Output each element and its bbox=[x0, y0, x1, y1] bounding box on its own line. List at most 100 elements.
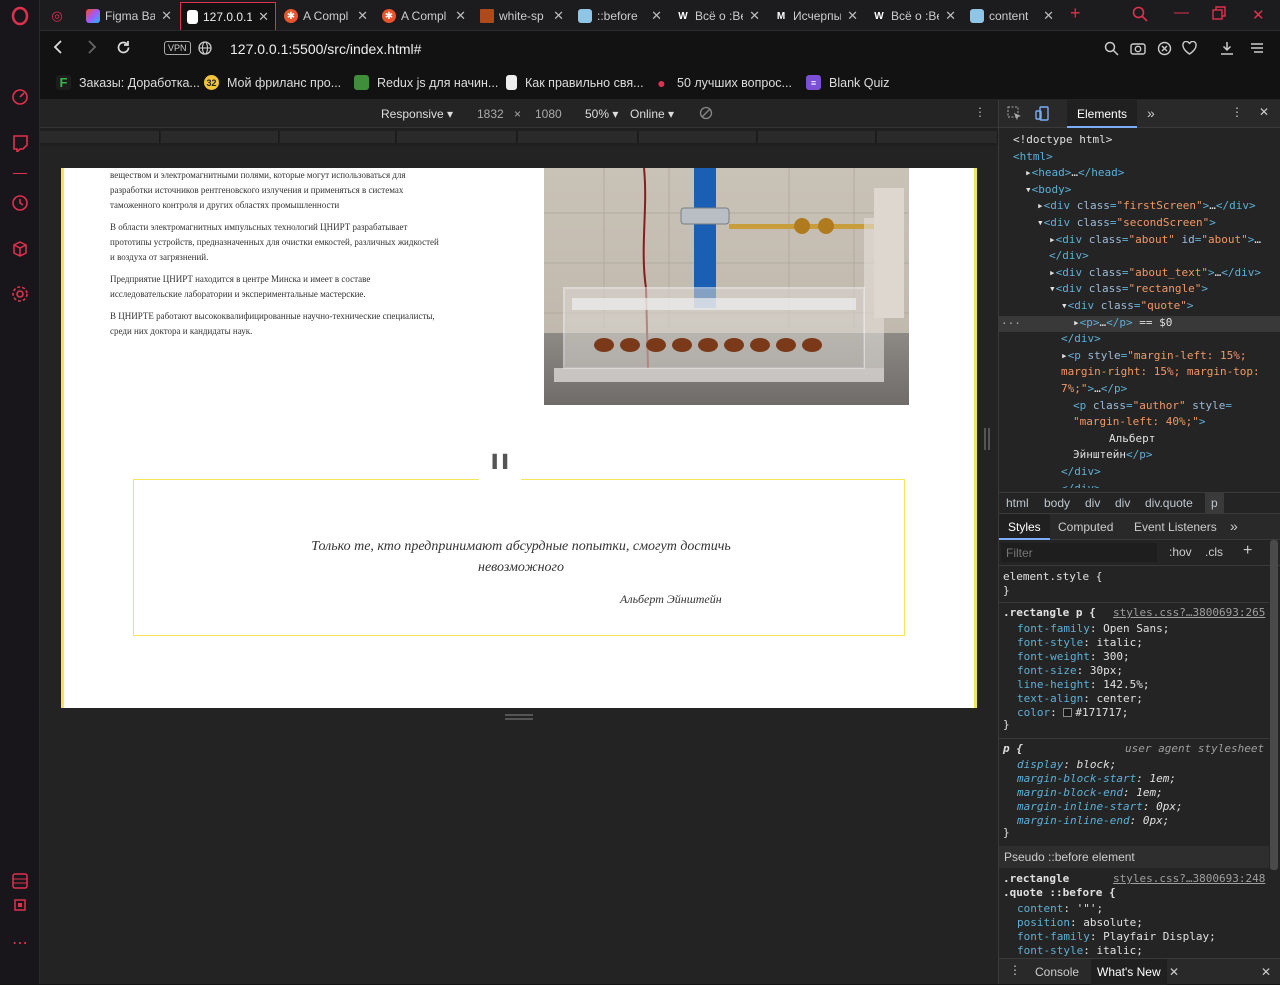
dom-node-line[interactable]: ▸<p style="margin-left: 15%; bbox=[1061, 348, 1246, 364]
speed-dial-icon[interactable] bbox=[10, 88, 30, 108]
tab-elements[interactable]: Elements bbox=[1067, 100, 1138, 128]
crumb-body[interactable]: body bbox=[1044, 496, 1070, 510]
dom-node-line[interactable]: ▸<div class="firstScreen">…</div> bbox=[1037, 198, 1256, 214]
devtools-close-icon[interactable]: ✕ bbox=[1259, 105, 1269, 119]
dom-node-line[interactable]: ▾<body> bbox=[1025, 182, 1071, 198]
drawer-menu-icon[interactable]: ⋮ bbox=[1009, 963, 1021, 977]
zoom-dropdown[interactable]: 50% ▾ bbox=[585, 107, 618, 121]
rule-selector[interactable]: .rectangle bbox=[1003, 872, 1069, 886]
dom-node-line[interactable]: 7%;">…</p> bbox=[1061, 381, 1127, 397]
devtools-menu-icon[interactable]: ⋮ bbox=[1231, 105, 1243, 119]
history-icon[interactable] bbox=[10, 194, 30, 214]
css-property[interactable]: display: block; bbox=[1017, 758, 1116, 772]
search-tabs-icon[interactable] bbox=[1132, 6, 1148, 26]
device-toggle-icon[interactable] bbox=[1035, 106, 1050, 124]
dom-node-line[interactable]: ▾<div class="quote"> bbox=[1061, 298, 1193, 314]
css-property[interactable]: margin-block-end: 1em; bbox=[1017, 786, 1163, 800]
tab-styles[interactable]: Styles bbox=[999, 514, 1050, 540]
search-icon[interactable] bbox=[1104, 41, 1119, 59]
dom-node-line[interactable]: ▾<div class="secondScreen"> bbox=[1037, 215, 1216, 231]
bottom-resize-handle[interactable] bbox=[505, 714, 533, 720]
tab-vse-o-2[interactable]: W Всё о :Ве ✕ bbox=[866, 2, 962, 30]
bookmark-orders[interactable]: F Заказы: Доработка... bbox=[56, 75, 200, 90]
bookmark-redux[interactable]: Redux js для начин... bbox=[354, 75, 498, 90]
responsive-dropdown[interactable]: Responsive ▾ bbox=[381, 107, 453, 121]
side-resize-handle[interactable] bbox=[984, 428, 990, 450]
css-property[interactable]: content: '"'; bbox=[1017, 902, 1103, 916]
more-dots-icon[interactable]: ⋯ bbox=[10, 934, 30, 954]
globe-icon[interactable] bbox=[198, 41, 212, 60]
tab-event-listeners[interactable]: Event Listeners bbox=[1134, 520, 1217, 534]
css-property[interactable]: margin-inline-start: 0px; bbox=[1017, 800, 1183, 814]
heart-icon[interactable] bbox=[1182, 40, 1197, 58]
dom-node-line[interactable]: </div> bbox=[1061, 481, 1101, 488]
dom-node-line[interactable]: ▸<div class="about_text">…</div> bbox=[1049, 265, 1261, 281]
dom-node-line[interactable]: <!doctype html> bbox=[1013, 132, 1112, 148]
extensions-cube-icon[interactable] bbox=[10, 240, 30, 260]
minimize-icon[interactable]: — bbox=[1174, 4, 1189, 21]
tab-vse-o-1[interactable]: W Всё о :Ве ✕ bbox=[670, 2, 766, 30]
bookmark-50-questions[interactable]: ● 50 лучших вопрос... bbox=[654, 75, 792, 91]
stylesheet-link[interactable]: styles.css?…3800693:248 bbox=[1113, 872, 1265, 886]
url-field[interactable]: 127.0.0.1:5500/src/index.html# bbox=[230, 41, 421, 57]
css-property[interactable]: font-family: Open Sans; bbox=[1017, 622, 1169, 636]
tab-whats-new[interactable]: What's New bbox=[1091, 959, 1167, 985]
close-tab-icon[interactable]: ✕ bbox=[357, 8, 368, 24]
close-tab-icon[interactable]: ✕ bbox=[455, 8, 466, 24]
css-property[interactable]: font-style: italic; bbox=[1017, 636, 1143, 650]
dom-node-line[interactable]: ▸<p>…</p> == $0 bbox=[1073, 315, 1172, 331]
add-rule-plus-icon[interactable]: + bbox=[1243, 542, 1252, 560]
close-tab-icon[interactable]: ✕ bbox=[847, 8, 858, 24]
css-property[interactable]: font-style: italic; bbox=[1017, 944, 1143, 956]
crumb-div[interactable]: div bbox=[1085, 496, 1100, 510]
dom-node-line[interactable]: </div> bbox=[1061, 464, 1101, 480]
dom-node-line[interactable]: <html> bbox=[1013, 149, 1053, 165]
crumb-div-quote[interactable]: div.quote bbox=[1145, 496, 1193, 510]
css-property[interactable]: font-weight: 300; bbox=[1017, 650, 1130, 664]
tab-gamepad[interactable]: ◎ bbox=[44, 2, 78, 30]
crumb-p[interactable]: p bbox=[1205, 493, 1224, 513]
tab-localhost[interactable]: 127.0.0.1 ✕ bbox=[180, 2, 276, 30]
close-window-icon[interactable]: ✕ bbox=[1252, 6, 1265, 24]
css-property[interactable]: margin-block-start: 1em; bbox=[1017, 772, 1176, 786]
tab-medium[interactable]: M Исчерпы ✕ bbox=[768, 2, 864, 30]
css-property[interactable]: margin-inline-end: 0px; bbox=[1017, 814, 1169, 828]
close-tab-icon[interactable]: ✕ bbox=[553, 8, 564, 24]
close-tab-icon[interactable]: ✕ bbox=[749, 8, 760, 24]
styles-scrollbar[interactable] bbox=[1270, 540, 1278, 870]
settings-gear-icon[interactable] bbox=[10, 285, 30, 305]
bookmark-blank-quiz[interactable]: ≡ Blank Quiz bbox=[806, 75, 889, 90]
css-property[interactable]: position: absolute; bbox=[1017, 916, 1143, 930]
rotate-disabled-icon[interactable] bbox=[699, 106, 713, 123]
height-input[interactable]: 1080 bbox=[535, 107, 562, 121]
dom-node-line[interactable]: Эйнштейн</p> bbox=[1073, 447, 1152, 463]
dom-node-line[interactable]: ▾<div class="rectangle"> bbox=[1049, 281, 1208, 297]
download-icon[interactable] bbox=[1220, 41, 1234, 58]
opera-logo-icon[interactable] bbox=[10, 6, 30, 26]
css-property[interactable]: line-height: 142.5%; bbox=[1017, 678, 1149, 692]
close-tab-icon[interactable]: ✕ bbox=[651, 8, 662, 24]
dom-node-line[interactable]: <p class="author" style= bbox=[1073, 398, 1232, 414]
rule-selector[interactable]: .quote ::before { bbox=[1003, 886, 1116, 900]
close-tab-icon[interactable]: ✕ bbox=[945, 8, 956, 24]
tab-content[interactable]: content ✕ bbox=[964, 2, 1060, 30]
dom-node-line[interactable]: margin-right: 15%; margin-top: bbox=[1061, 364, 1260, 380]
network-dropdown[interactable]: Online ▾ bbox=[630, 107, 674, 121]
close-drawer-icon[interactable]: ✕ bbox=[1261, 965, 1271, 979]
ua-selector[interactable]: p { bbox=[1003, 742, 1023, 756]
tab-console[interactable]: Console bbox=[1035, 965, 1079, 979]
ad-block-icon[interactable] bbox=[1157, 41, 1172, 59]
vpn-badge[interactable]: VPN bbox=[164, 41, 191, 55]
more-tabs-icon[interactable]: » bbox=[1147, 105, 1155, 121]
element-style-selector[interactable]: element.style { bbox=[1003, 570, 1102, 584]
close-tab-icon[interactable]: ✕ bbox=[161, 8, 172, 24]
inspect-element-icon[interactable] bbox=[1007, 106, 1022, 124]
tab-white-space[interactable]: white-sp ✕ bbox=[474, 2, 570, 30]
tab-before[interactable]: ::before ✕ bbox=[572, 2, 668, 30]
width-input[interactable]: 1832 bbox=[477, 107, 504, 121]
sidebar-chip-icon[interactable] bbox=[10, 896, 30, 916]
dom-node-line[interactable]: </div> bbox=[1061, 331, 1101, 347]
device-more-options-icon[interactable]: ⋮ bbox=[974, 105, 986, 119]
dom-node-line[interactable]: ▸<head>…</head> bbox=[1025, 165, 1124, 181]
sidebar-tool-icon[interactable] bbox=[10, 872, 30, 892]
